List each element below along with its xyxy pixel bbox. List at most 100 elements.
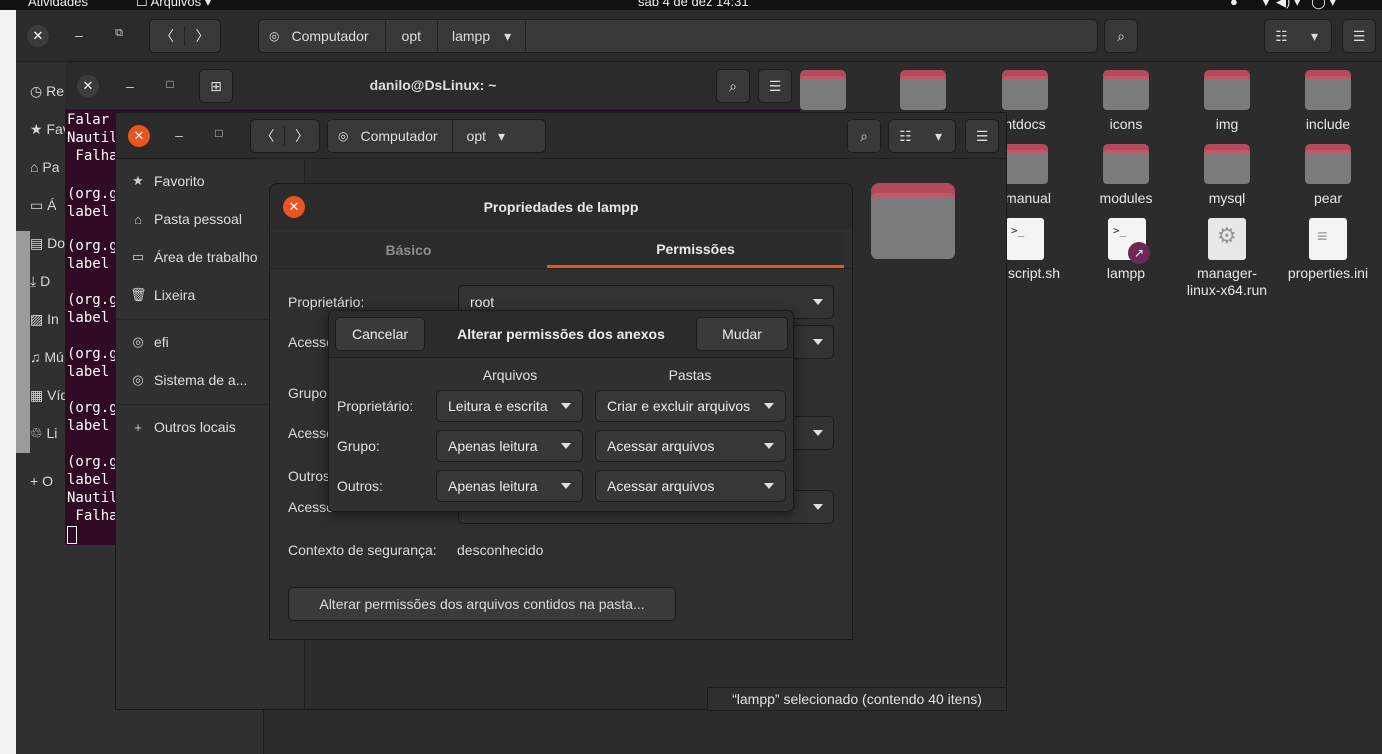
hamburger-menu-icon[interactable]: ☰ <box>1342 19 1376 53</box>
sidebar-item-favorites[interactable]: ★ Favorito <box>130 173 204 189</box>
list-view-icon[interactable]: ☷ <box>889 128 922 145</box>
minimize-icon[interactable]: – <box>72 27 86 43</box>
sidebar-item-music[interactable]: ♫ Mú <box>30 349 64 365</box>
file-label[interactable]: manager-linux-x64.run <box>1182 265 1272 299</box>
folder-icon[interactable] <box>1002 70 1048 110</box>
close-icon[interactable]: ✕ <box>27 25 49 47</box>
minimize-icon[interactable]: – <box>123 78 137 94</box>
folder-icon[interactable] <box>800 70 846 110</box>
folder-icon[interactable] <box>1002 144 1048 184</box>
tab-basic[interactable]: Básico <box>270 232 547 268</box>
others-folders-dropdown[interactable]: Acessar arquivos <box>595 470 786 502</box>
group-files-dropdown[interactable]: Apenas leitura <box>436 430 583 462</box>
folder-icon[interactable] <box>1103 144 1149 184</box>
terminal-line: label <box>67 418 110 434</box>
path-opt[interactable]: opt <box>453 120 498 152</box>
activities-button[interactable]: Atividades <box>28 0 88 9</box>
view-toggle[interactable]: ☷ ▾ <box>888 119 956 153</box>
clock[interactable]: sáb 4 de dez 14:31 <box>638 0 749 9</box>
sidebar-item-other-locations[interactable]: + Outros locais <box>130 419 236 435</box>
folder-icon[interactable] <box>1204 144 1250 184</box>
folder-icon[interactable] <box>1305 70 1351 110</box>
chevron-down-icon[interactable]: ▾ <box>504 20 527 52</box>
terminal-line: label <box>67 364 110 380</box>
folder-icon[interactable] <box>1204 70 1250 110</box>
chevron-down-icon[interactable]: ▾ <box>922 128 955 145</box>
file-label[interactable]: img <box>1177 116 1277 133</box>
search-icon[interactable]: ⌕ <box>847 119 881 153</box>
hamburger-menu-icon[interactable]: ☰ <box>965 119 999 153</box>
scrollbar[interactable] <box>16 231 30 453</box>
file-label[interactable]: pear <box>1278 190 1378 207</box>
file-label[interactable]: mysql <box>1177 190 1277 207</box>
new-tab-icon[interactable]: ⊞ <box>199 69 233 103</box>
folder-icon[interactable] <box>1305 144 1351 184</box>
path-computador[interactable]: Computador <box>291 20 386 52</box>
group-folders-dropdown[interactable]: Acessar arquivos <box>595 430 786 462</box>
cancel-button[interactable]: Cancelar <box>335 317 425 351</box>
script-file-icon[interactable]: >_ <box>1006 218 1044 260</box>
maximize-icon[interactable]: □ <box>212 126 226 140</box>
sidebar-item-home[interactable]: ⌂ Pa <box>30 159 59 175</box>
close-icon[interactable]: ✕ <box>128 125 150 147</box>
others-files-dropdown[interactable]: Apenas leitura <box>436 470 583 502</box>
change-contained-permissions-button[interactable]: Alterar permissões dos arquivos contidos… <box>288 587 676 621</box>
app-menu-label: Arquivos <box>150 0 202 9</box>
bg-path-bar[interactable]: ◎ Computador opt lampp ▾ <box>258 19 1098 53</box>
status-icons[interactable]: ● ▼ ◀) ▾ ◯ ▾ <box>1230 0 1336 10</box>
folder-icon[interactable] <box>1103 70 1149 110</box>
tab-permissions[interactable]: Permissões <box>547 232 844 268</box>
chevron-down-icon[interactable]: ▾ <box>1298 28 1331 45</box>
restore-icon[interactable]: ⧉ <box>112 27 126 40</box>
fg-path-bar[interactable]: ◎ Computador opt ▾ <box>327 119 546 153</box>
back-icon[interactable]: 〈 <box>251 126 286 146</box>
sidebar-item-images[interactable]: ▨ In <box>30 311 59 328</box>
file-label[interactable]: properties.ini <box>1282 265 1374 282</box>
minimize-icon[interactable]: – <box>172 127 186 143</box>
sidebar-item-other[interactable]: + O <box>30 473 53 489</box>
search-icon[interactable]: ⌕ <box>716 69 750 103</box>
sidebar-item-favorites[interactable]: ★ Fav <box>30 121 70 138</box>
gear-icon[interactable]: ⚙ <box>1208 218 1246 260</box>
sidebar-item-trash[interactable]: ♲ Li <box>30 425 57 442</box>
owner-folders-dropdown[interactable]: Criar e excluir arquivos <box>595 390 786 422</box>
hamburger-menu-icon[interactable]: ☰ <box>758 69 792 103</box>
nav-back-forward[interactable]: 〈 〉 <box>250 119 320 153</box>
file-label[interactable]: include <box>1278 116 1378 133</box>
sidebar-item-desktop[interactable]: ▭ Área de trabalho <box>130 249 258 265</box>
back-icon[interactable]: 〈 <box>150 26 186 46</box>
forward-icon[interactable]: 〉 <box>285 126 319 146</box>
sidebar-item-system[interactable]: ◎ Sistema de a... <box>130 372 247 388</box>
folder-icon[interactable] <box>900 70 946 110</box>
path-lampp[interactable]: lampp <box>438 20 504 52</box>
sidebar-item-recent[interactable]: ◷ Re <box>30 83 64 100</box>
apply-button[interactable]: Mudar <box>696 317 788 351</box>
sidebar-item-desktop[interactable]: ▭ Á <box>30 197 56 214</box>
file-label[interactable]: icons <box>1076 116 1176 133</box>
close-icon[interactable]: ✕ <box>283 196 305 218</box>
terminal-line: label <box>67 472 110 488</box>
list-view-icon[interactable]: ☷ <box>1265 28 1298 45</box>
view-toggle[interactable]: ☷ ▾ <box>1264 19 1332 53</box>
file-label[interactable]: modules <box>1076 190 1176 207</box>
text-file-icon[interactable]: ≡ <box>1309 218 1347 260</box>
owner-label: Proprietário: <box>288 294 365 310</box>
sidebar-item-home[interactable]: ⌂ Pasta pessoal <box>130 211 242 227</box>
file-label[interactable]: lampp <box>1076 265 1176 282</box>
terminal-line: (org.g <box>67 454 118 470</box>
chevron-down-icon[interactable]: ▾ <box>498 120 505 152</box>
maximize-icon[interactable]: □ <box>163 77 177 91</box>
symlink-script-icon[interactable]: >_ ↗ <box>1108 218 1150 264</box>
sidebar-item-trash[interactable]: 🗑 Lixeira <box>130 287 195 303</box>
sidebar-item-efi[interactable]: ◎ efi <box>130 334 168 350</box>
path-opt[interactable]: opt <box>386 20 438 52</box>
close-icon[interactable]: ✕ <box>77 75 99 97</box>
nav-back-forward[interactable]: 〈 〉 <box>149 19 221 53</box>
search-icon[interactable]: ⌕ <box>1104 19 1138 53</box>
folder-icon[interactable] <box>871 183 955 259</box>
app-menu[interactable]: ☐ Arquivos ▾ <box>136 0 211 10</box>
sidebar-item-downloads[interactable]: ⤓ D <box>30 273 50 290</box>
forward-icon[interactable]: 〉 <box>185 26 220 46</box>
owner-files-dropdown[interactable]: Leitura e escrita <box>436 390 583 422</box>
path-computador[interactable]: Computador <box>360 120 453 152</box>
